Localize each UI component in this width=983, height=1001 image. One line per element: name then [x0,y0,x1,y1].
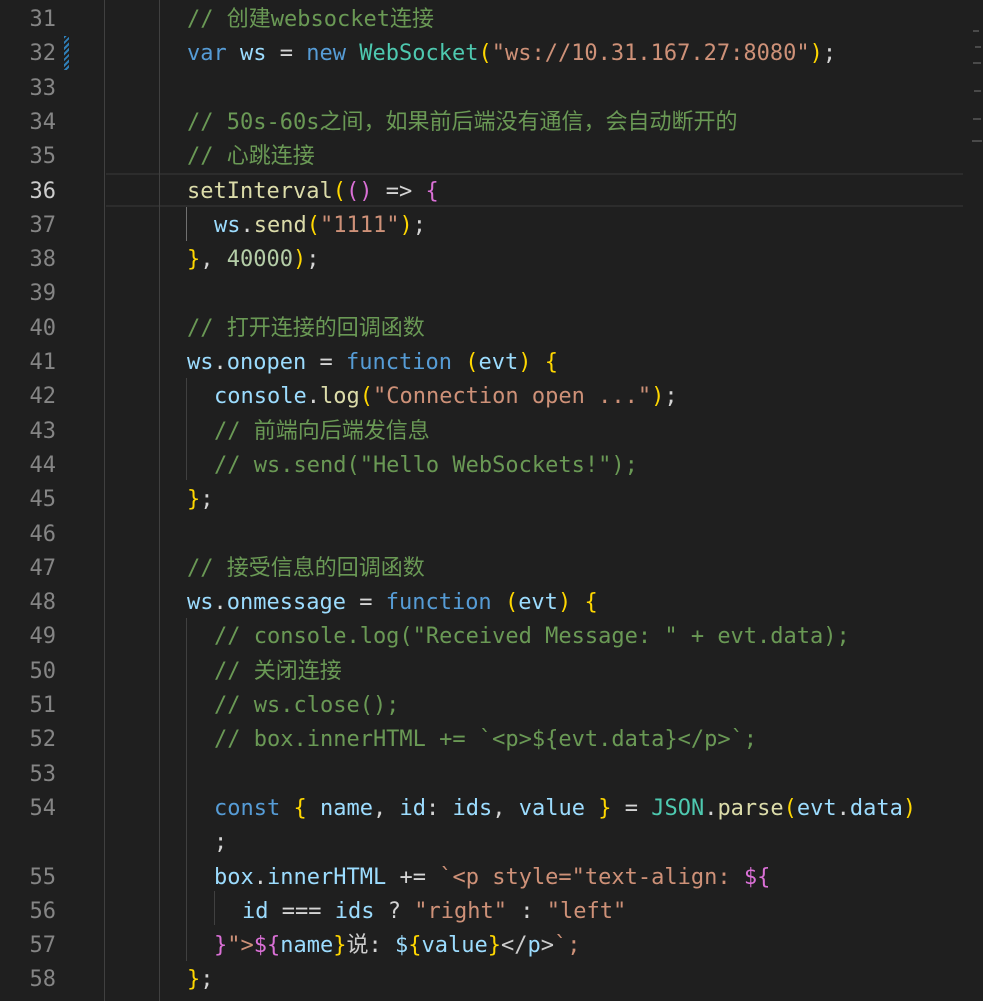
code-text[interactable]: // 50s-60s之间，如果前后端没有通信，会自动断开的 [187,106,737,140]
code-text[interactable]: console.log("Connection open ..."); [214,380,678,414]
line-number: 39 [29,281,57,307]
line-number: 55 [29,864,57,890]
code-line[interactable]: 42 console.log("Connection open ..."); [0,380,983,414]
code-line[interactable]: 51 // ws.close(); [0,689,983,723]
code-text[interactable]: box.innerHTML += `<p style="text-align: … [214,861,770,895]
line-number: 57 [29,933,57,959]
code-line[interactable]: 37 ws.send("1111"); [0,209,983,243]
line-number: 31 [29,7,57,32]
code-text[interactable]: ; [214,826,227,860]
code-text[interactable]: var ws = new WebSocket("ws://10.31.167.2… [187,37,836,71]
code-line[interactable]: 53 [0,758,983,792]
code-line[interactable]: 57 }">${name}说: ${value}</p>`; [0,929,983,963]
line-number: 47 [29,555,57,581]
code-text[interactable]: ws.send("1111"); [214,209,426,243]
code-text[interactable]: }; [187,483,214,517]
line-number: 52 [29,727,57,753]
line-number: 44 [29,452,57,478]
line-number: 32 [29,41,57,67]
code-line[interactable]: 54 const { name, id: ids, value } = JSON.… [0,792,983,826]
code-line[interactable]: 43 // 前端向后端发信息 [0,415,983,449]
code-text[interactable]: setInterval(() => { [187,175,439,209]
code-line[interactable]: 38 }, 40000); [0,243,983,277]
code-text[interactable]: // box.innerHTML += `<p>${evt.data}</p>`… [214,723,757,757]
code-line[interactable]: 45}; [0,483,983,517]
line-number: 43 [29,418,57,444]
code-line[interactable]: 35 // 心跳连接 [0,140,983,174]
code-text[interactable]: ws.onmessage = function (evt) { [187,586,598,620]
line-number: 45 [29,487,57,513]
line-number: 38 [29,247,57,273]
minimap[interactable] [971,0,983,150]
code-line[interactable]: 40 // 打开连接的回调函数 [0,312,983,346]
line-number: 35 [29,144,57,170]
code-text[interactable]: }">${name}说: ${value}</p>`; [214,929,580,963]
code-line[interactable]: 48 ws.onmessage = function (evt) { [0,586,983,620]
code-editor[interactable]: 31 // 创建websocket连接 32 var ws = new WebSock… [0,0,983,1001]
line-number: 41 [29,350,57,375]
code-line[interactable]: 31 // 创建websocket连接 [0,3,983,37]
code-line[interactable]: 41 ws.onopen = function (evt) { [0,346,983,380]
code-line[interactable]: 39 [0,277,983,311]
line-number: 37 [29,212,57,238]
code-text[interactable]: // 心跳连接 [187,140,315,174]
code-text[interactable]: // 关闭连接 [214,655,342,689]
code-line[interactable]: 44 // ws.send("Hello WebSockets!"); [0,449,983,483]
line-number: 53 [29,761,57,787]
line-number: 50 [29,658,57,684]
line-number: 51 [29,693,57,718]
code-line[interactable]: 36 setInterval(() => { [0,175,983,209]
code-text[interactable]: // 前端向后端发信息 [214,415,430,449]
code-line[interactable]: 55 box.innerHTML += `<p style="text-align… [0,861,983,895]
code-line[interactable]: 52 // box.innerHTML += `<p>${evt.data}</p… [0,723,983,757]
code-line[interactable]: 32 var ws = new WebSocket("ws://10.31.167… [0,37,983,71]
line-number: 56 [29,898,57,924]
line-number: 33 [29,75,57,101]
code-line[interactable]: 46 [0,518,983,552]
code-text[interactable]: // 创建websocket连接 [187,3,434,37]
code-line[interactable]: ; [0,826,983,860]
line-number: 58 [29,967,57,993]
code-line[interactable]: 47 // 接受信息的回调函数 [0,552,983,586]
code-text[interactable]: }, 40000); [187,243,319,277]
line-number: 46 [29,521,57,547]
code-text[interactable]: const { name, id: ids, value } = JSON.pa… [214,792,916,826]
code-text[interactable]: id === ids ? "right" : "left" [242,895,626,929]
line-number: 48 [29,590,57,616]
code-text[interactable]: // console.log("Received Message: " + ev… [214,620,850,654]
code-line[interactable]: 50 // 关闭连接 [0,655,983,689]
line-number: 40 [29,315,57,341]
code-line[interactable]: 33 [0,72,983,106]
line-number: 36 [29,178,57,204]
code-line[interactable]: 34 // 50s-60s之间，如果前后端没有通信，会自动断开的 [0,106,983,140]
line-number: 34 [29,109,57,135]
code-text[interactable]: // ws.send("Hello WebSockets!"); [214,449,638,483]
line-number: 54 [29,795,57,821]
code-text[interactable]: // 接受信息的回调函数 [187,552,425,586]
code-line[interactable]: 49 // console.log("Received Message: " + … [0,620,983,654]
code-line[interactable]: 58}; [0,963,983,997]
code-text[interactable]: // ws.close(); [214,689,399,723]
code-line[interactable]: 56 id === ids ? "right" : "left" [0,895,983,929]
code-text[interactable]: ws.onopen = function (evt) { [187,346,558,380]
code-text[interactable]: // 打开连接的回调函数 [187,312,425,346]
line-number: 49 [29,624,57,650]
line-number: 42 [29,384,57,410]
code-text[interactable]: }; [187,963,214,997]
